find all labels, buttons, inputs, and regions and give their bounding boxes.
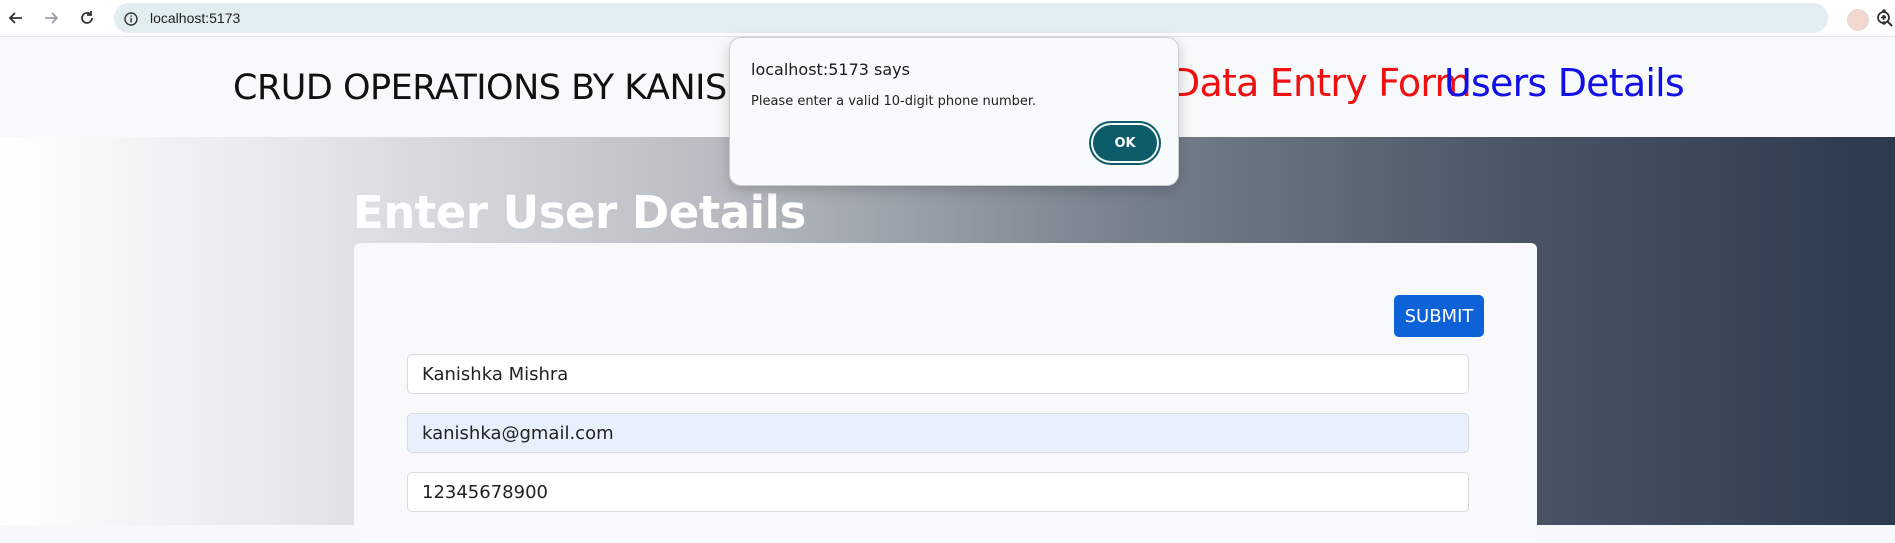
alert-dialog: localhost:5173 says Please enter a valid… xyxy=(729,37,1179,186)
reload-icon[interactable] xyxy=(76,7,98,29)
page-title: Enter User Details xyxy=(353,186,806,239)
menu-icon[interactable] xyxy=(1881,8,1887,26)
avatar[interactable] xyxy=(1847,9,1869,31)
form-card: SUBMIT Kanishka Mishra kanishka@gmail.co… xyxy=(354,243,1537,543)
dialog-message: Please enter a valid 10-digit phone numb… xyxy=(751,94,1037,109)
hero-section: Enter User Details SUBMIT Kanishka Mishr… xyxy=(0,137,1895,543)
brand-title: CRUD OPERATIONS BY KANISHKA xyxy=(233,68,798,108)
ok-button[interactable]: OK xyxy=(1093,125,1157,161)
browser-toolbar: localhost:5173 xyxy=(0,0,1895,37)
dialog-title: localhost:5173 says xyxy=(751,60,910,79)
submit-button[interactable]: SUBMIT xyxy=(1394,295,1484,337)
forward-icon[interactable] xyxy=(40,7,62,29)
address-bar[interactable]: localhost:5173 xyxy=(114,3,1893,33)
url-text: localhost:5173 xyxy=(150,10,241,26)
email-field[interactable]: kanishka@gmail.com xyxy=(407,413,1469,453)
back-icon[interactable] xyxy=(5,7,27,29)
nav-link-data-entry-form[interactable]: Data Entry Form xyxy=(1171,61,1472,105)
phone-field[interactable]: 12345678900 xyxy=(407,472,1469,512)
site-info-icon[interactable] xyxy=(124,11,138,26)
name-field[interactable]: Kanishka Mishra xyxy=(407,354,1469,394)
nav-link-users-details[interactable]: Users Details xyxy=(1444,61,1685,105)
